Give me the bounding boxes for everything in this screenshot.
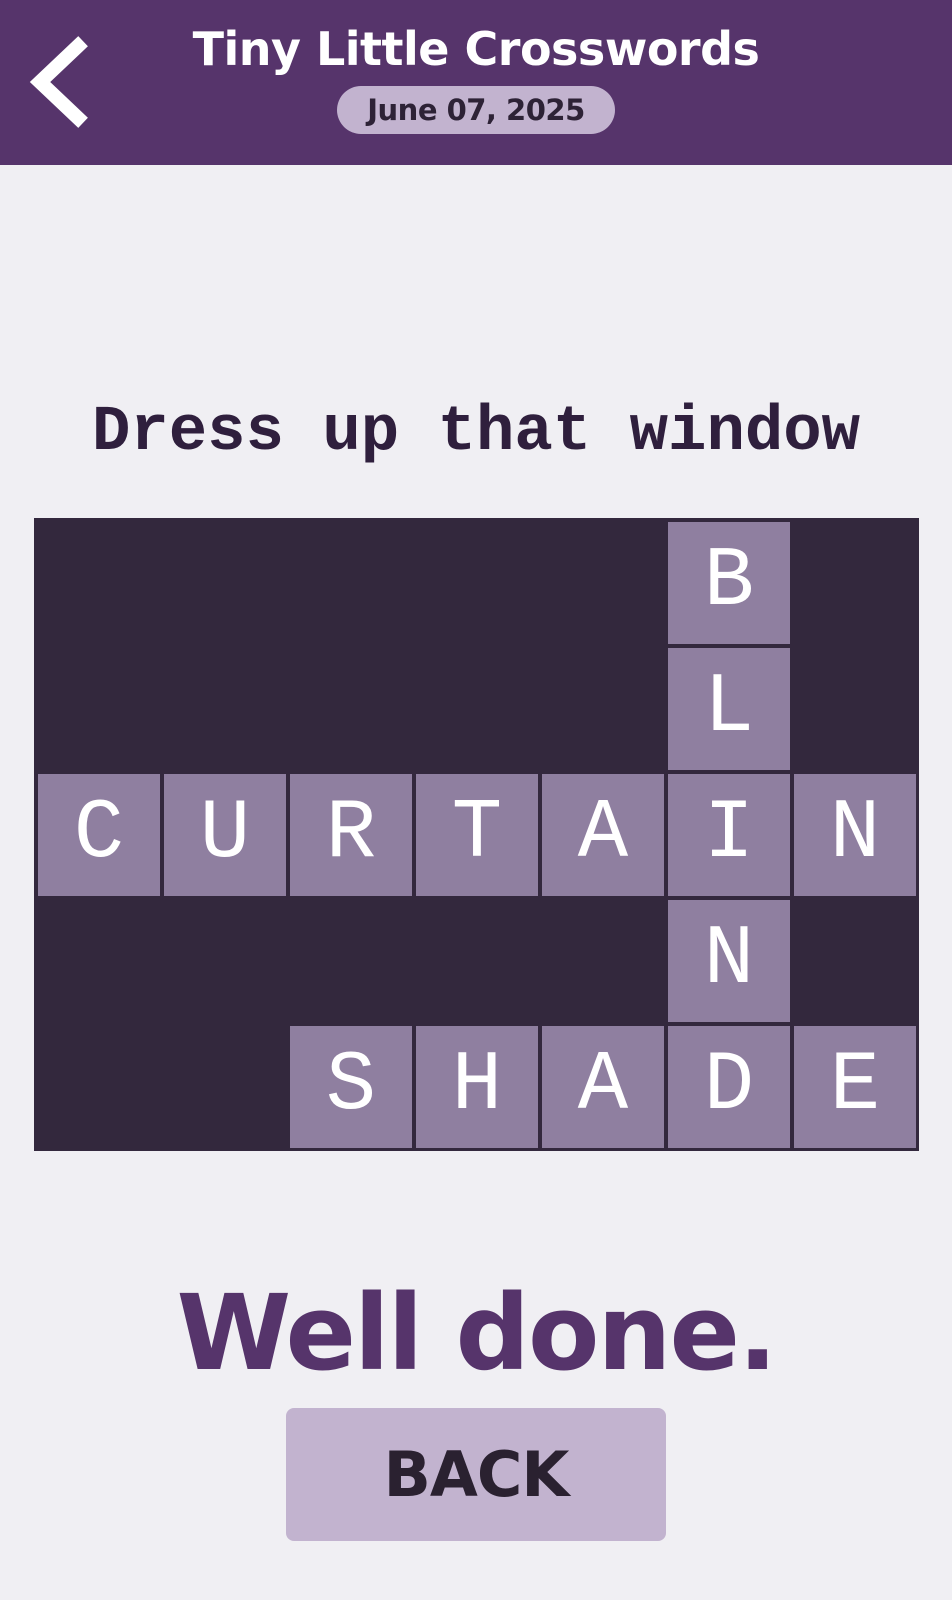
crossword-cell[interactable]: N <box>794 774 916 896</box>
app-header: Tiny Little Crosswords June 07, 2025 <box>0 0 952 165</box>
crossword-cell[interactable]: I <box>668 774 790 896</box>
crossword-cell[interactable]: T <box>416 774 538 896</box>
crossword-cell[interactable]: D <box>668 1026 790 1148</box>
crossword-grid: BLCURTAINNSHADE <box>34 518 919 1151</box>
crossword-cell[interactable]: U <box>164 774 286 896</box>
crossword-cell[interactable]: E <box>794 1026 916 1148</box>
crossword-cell[interactable]: B <box>668 522 790 644</box>
crossword-cell[interactable]: H <box>416 1026 538 1148</box>
crossword-cell[interactable]: N <box>668 900 790 1022</box>
puzzle-date-badge: June 07, 2025 <box>337 86 615 134</box>
app-title: Tiny Little Crosswords <box>192 22 760 76</box>
crossword-cell[interactable]: A <box>542 774 664 896</box>
back-button[interactable]: BACK <box>286 1408 666 1541</box>
crossword-cell[interactable]: C <box>38 774 160 896</box>
crossword-cell[interactable]: L <box>668 648 790 770</box>
crossword-cell[interactable]: S <box>290 1026 412 1148</box>
success-message: Well done. <box>176 1272 777 1394</box>
crossword-cell[interactable]: A <box>542 1026 664 1148</box>
crossword-clue: Dress up that window <box>91 397 861 469</box>
crossword-cell[interactable]: R <box>290 774 412 896</box>
